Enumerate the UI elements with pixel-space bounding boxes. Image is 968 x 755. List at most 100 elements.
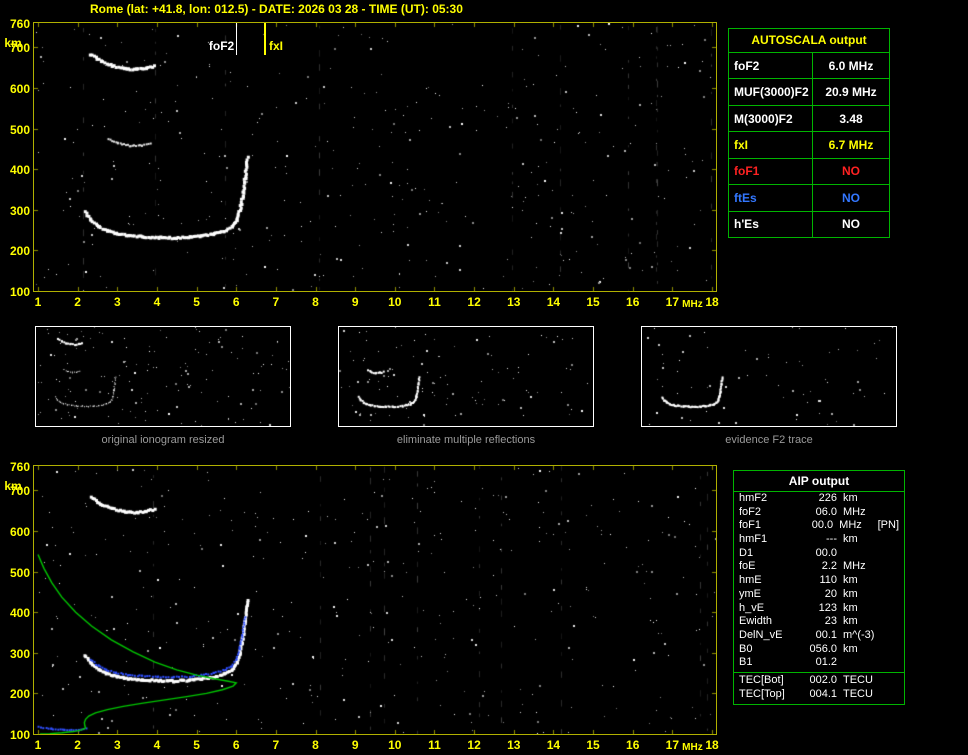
autoscala-param-value: NO [842,164,860,179]
x-axis-label: 17 [665,295,680,309]
y-axis-label: 400 [9,163,30,178]
x-axis-label: 3 [113,295,121,309]
x-axis-label: 6 [232,295,240,309]
aip-table-row: foF1 00.0 MHz [PN] [734,519,904,533]
y-axis-label: 300 [9,646,30,661]
aip-param-unit: km [843,601,858,614]
aip-tec-rows: TEC[Bot] 002.0 TECU TEC[Top] 004.1 TECU [734,674,904,701]
x-axis-label: 4 [153,295,161,309]
thumbnail-evidence-canvas [642,327,896,426]
autoscala-table-row: ftEs NO [729,184,889,211]
aip-param-extra [883,506,899,520]
aip-table-title: AIP output [734,471,904,492]
aip-table-row: hmE 110 km [734,574,904,588]
aip-param-label: DelN_vE [739,628,783,641]
thumbnail-original-ionogram [35,326,291,427]
aip-param-value: 110 [819,574,837,587]
aip-param-extra [883,615,899,629]
x-axis-label: 2 [74,738,81,752]
autoscala-table-title: AUTOSCALA output [751,33,867,47]
aip-param-value: 123 [818,601,837,614]
x-axis-label: 1 [34,738,42,752]
aip-param-value: 20 [824,587,837,600]
x-axis-label: 8 [312,738,319,752]
aip-param-label: B1 [739,656,753,669]
aip-param-extra [883,560,899,574]
aip-param-unit: km [843,574,858,587]
aip-param-extra [883,547,899,561]
x-axis-label: 7 [272,295,280,309]
fof2-marker-line [236,23,238,55]
x-axis-label: 13 [507,295,521,309]
aip-param-value: 056.0 [809,642,837,655]
aip-param-label: hmF2 [739,492,768,504]
aip-param-extra [883,602,899,616]
aip-param-extra [883,588,899,602]
aip-param-extra [883,643,899,657]
aip-param-extra [883,656,899,670]
aip-param-unit: MHz [839,519,862,532]
autoscala-window: { "title": "Rome (lat: +41.8, lon: 012.5… [0,0,968,755]
aip-table-row: h_vE 123 km [734,602,904,616]
autoscala-table-row: foF2 6.0 MHz [729,52,889,79]
thumbnail-caption-evidence: evidence F2 trace [725,434,813,446]
x-axis-label: 16 [626,738,640,752]
x-axis-label: 3 [113,738,121,752]
aip-param-label: foF2 [739,505,762,518]
top-ionogram-canvas [34,23,716,291]
aip-param-unit: km [843,615,858,628]
aip-param-value: --- [826,533,837,546]
aip-tec-value: 002.0 [809,673,837,686]
autoscala-param-label: MUF(3000)F2 [729,79,813,105]
autoscala-output-table: AUTOSCALA output foF2 6.0 MHz MUF(3000)F2 2… [728,28,890,238]
autoscala-table-row: h'Es NO [729,210,889,237]
autoscala-table-rows: foF2 6.0 MHz MUF(3000)F2 20.9 MHz M(3000)F2 3… [729,52,889,237]
y-axis-label: 760 [9,460,30,474]
x-axis-label: 11 [428,295,441,309]
y-axis-label: 300 [9,203,30,218]
aip-param-label: ymE [739,587,761,600]
autoscala-param-label: foF2 [729,53,813,79]
aip-param-label: hmF1 [739,533,768,546]
x-axis-unit: MHz [682,742,703,753]
thumbnail-eliminate-reflections [338,326,594,427]
aip-param-value: 226 [818,492,837,504]
aip-param-value: 01.2 [815,656,837,669]
autoscala-param-value: NO [842,217,860,232]
aip-param-unit: km [843,642,858,655]
aip-param-unit [843,656,883,670]
autoscala-table-row: fxI 6.7 MHz [729,131,889,158]
autoscala-param-value: 6.0 MHz [828,58,874,73]
x-axis-unit: MHz [682,299,703,310]
autoscala-param-label: foF1 [729,158,813,185]
x-axis-label: 15 [586,295,600,309]
y-axis-label: 600 [9,524,30,539]
thumbnail-evidence-f2 [641,326,897,427]
y-axis-label: 760 [9,17,30,31]
aip-param-value: 00.1 [815,628,837,641]
x-axis-label: 11 [428,738,441,752]
thumbnail-caption-eliminate: eliminate multiple reflections [396,434,536,446]
x-axis-label: 18 [705,738,719,752]
aip-tec-row: TEC[Top] 004.1 TECU [734,688,904,702]
aip-param-label: foF1 [739,519,762,532]
aip-param-value: 2.2 [821,560,837,573]
aip-param-extra [883,533,899,547]
autoscala-param-label: ftEs [729,185,813,211]
aip-param-extra [883,629,899,643]
aip-param-value: 00.0 [811,519,834,532]
aip-param-unit: MHz [843,560,866,573]
y-axis-label: 500 [9,565,30,580]
autoscala-param-value: NO [842,190,860,205]
autoscala-table-row: M(3000)F2 3.48 [729,104,889,132]
aip-param-extra [883,492,899,506]
aip-table-row: B1 01.2 [734,656,904,670]
x-axis-label: 7 [272,738,280,752]
autoscala-param-value: 20.9 MHz [825,85,877,100]
bottom-ionogram-canvas [34,466,716,734]
aip-param-unit: km [843,533,858,546]
aip-param-unit [843,547,883,561]
fxi-marker-line [263,23,266,55]
autoscala-param-value: 3.48 [839,111,863,126]
x-axis-label: 10 [388,738,402,752]
